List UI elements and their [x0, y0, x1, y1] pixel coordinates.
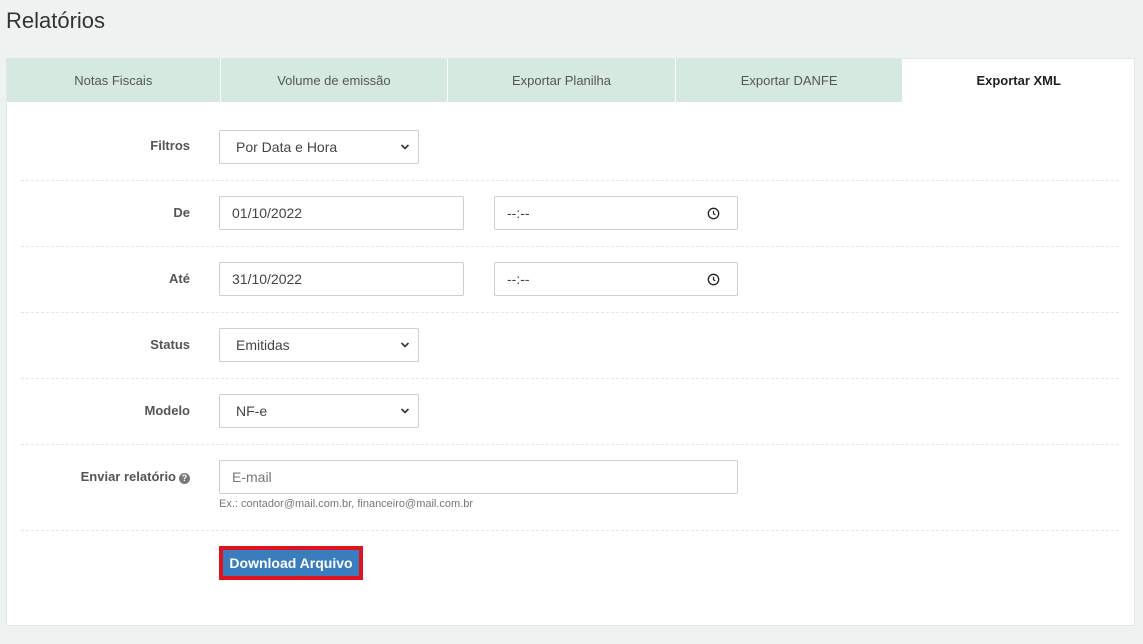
chevron-down-icon	[400, 342, 410, 348]
clock-icon[interactable]	[707, 273, 720, 286]
status-select[interactable]: Emitidas	[219, 328, 419, 362]
row-filtros: Filtros Por Data e Hora	[21, 102, 1119, 181]
tab-exportar-xml[interactable]: Exportar XML	[903, 59, 1134, 102]
de-date-value: 01/10/2022	[232, 205, 303, 221]
row-enviar: Enviar relatório? E-mail Ex.: contador@m…	[21, 445, 1119, 531]
row-ate: Até 31/10/2022 --:--	[21, 247, 1119, 313]
clock-icon[interactable]	[707, 207, 720, 220]
filtros-value: Por Data e Hora	[236, 139, 338, 155]
question-circle-icon[interactable]: ?	[179, 473, 190, 484]
tab-bar: Notas Fiscais Volume de emissão Exportar…	[7, 59, 1134, 102]
tab-volume-emissao[interactable]: Volume de emissão	[220, 59, 449, 102]
tab-exportar-planilha[interactable]: Exportar Planilha	[448, 59, 676, 102]
enviar-label: Enviar relatório?	[21, 469, 190, 484]
de-label: De	[173, 205, 190, 220]
row-status: Status Emitidas	[21, 313, 1119, 379]
chevron-down-icon	[400, 144, 410, 150]
download-button-label: Download Arquivo	[223, 550, 359, 576]
modelo-label: Modelo	[144, 403, 191, 418]
status-value: Emitidas	[236, 337, 290, 353]
chevron-down-icon	[400, 408, 410, 414]
de-time-value: --:--	[507, 205, 530, 221]
download-button[interactable]: Download Arquivo	[219, 546, 363, 580]
de-date-input[interactable]: 01/10/2022	[219, 196, 464, 230]
ate-date-input[interactable]: 31/10/2022	[219, 262, 464, 296]
de-time-input[interactable]: --:--	[494, 196, 738, 230]
ate-date-value: 31/10/2022	[232, 271, 303, 287]
filtros-label: Filtros	[150, 138, 190, 153]
row-download: Download Arquivo	[21, 531, 1119, 611]
reports-panel: Notas Fiscais Volume de emissão Exportar…	[6, 58, 1135, 626]
ate-time-value: --:--	[507, 271, 530, 287]
filtros-select[interactable]: Por Data e Hora	[219, 130, 419, 164]
ate-label: Até	[169, 271, 190, 286]
ate-time-input[interactable]: --:--	[494, 262, 738, 296]
status-label: Status	[150, 337, 190, 352]
row-modelo: Modelo NF-e	[21, 379, 1119, 445]
email-hint: Ex.: contador@mail.com.br, financeiro@ma…	[219, 498, 474, 510]
modelo-select[interactable]: NF-e	[219, 394, 419, 428]
enviar-label-text: Enviar relatório	[80, 469, 176, 484]
modelo-value: NF-e	[236, 403, 268, 419]
email-placeholder: E-mail	[232, 469, 272, 485]
row-de: De 01/10/2022 --:--	[21, 181, 1119, 247]
email-input[interactable]: E-mail	[219, 460, 738, 494]
page-title: Relatórios	[6, 8, 106, 33]
tab-exportar-danfe[interactable]: Exportar DANFE	[675, 59, 904, 102]
tab-notas-fiscais[interactable]: Notas Fiscais	[7, 59, 221, 102]
